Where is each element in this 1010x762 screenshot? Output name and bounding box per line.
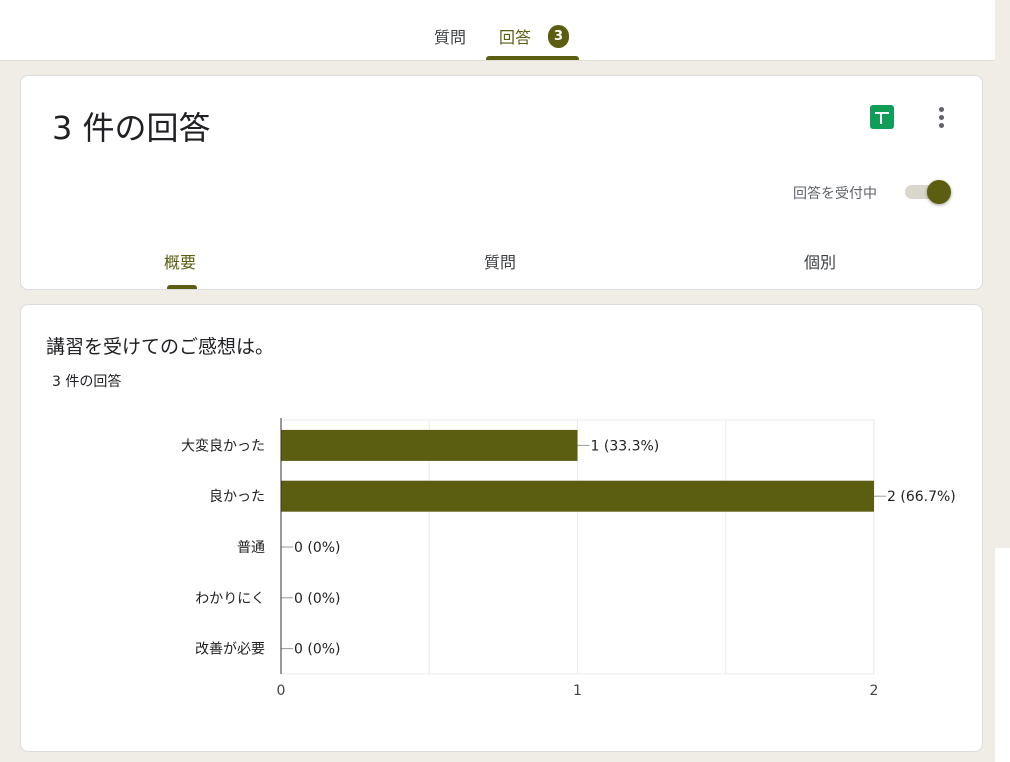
more-dot bbox=[939, 115, 944, 120]
active-subtab-indicator bbox=[167, 285, 197, 289]
data-label: 2 (66.7%) bbox=[887, 489, 956, 505]
data-label: 0 (0%) bbox=[294, 540, 341, 556]
top-bar bbox=[0, 0, 995, 61]
tab-responses[interactable]: 回答 bbox=[499, 24, 531, 48]
google-sheets-icon[interactable] bbox=[870, 105, 894, 129]
more-dot bbox=[939, 107, 944, 112]
toggle-knob bbox=[927, 180, 951, 204]
bar bbox=[281, 429, 578, 461]
accepting-responses-label: 回答を受付中 bbox=[793, 186, 877, 202]
tab-individual[interactable]: 個別 bbox=[804, 249, 836, 273]
x-tick-label: 0 bbox=[277, 683, 286, 699]
category-label: わかりにく bbox=[195, 591, 265, 607]
bar-chart: 大変良かった 1 (33.3%) 良かった 2 (66.7%) 普通 0 (0%) わかりに… bbox=[181, 418, 956, 699]
scroll-gutter bbox=[995, 0, 1010, 548]
question-summary-card: 講習を受けてのご感想は。 3 件の回答 大変良かった 1 (33.3%) 良かった 2… bbox=[20, 304, 983, 752]
category-label: 普通 bbox=[237, 540, 265, 556]
scroll-gutter-lower bbox=[995, 548, 1010, 762]
responses-header-card: 3 件の回答 回答を受付中 概要 質問 個別 bbox=[20, 75, 983, 290]
responses-count-badge: 3 bbox=[548, 25, 569, 48]
data-label: 1 (33.3%) bbox=[591, 438, 660, 454]
x-tick-label: 2 bbox=[870, 683, 879, 699]
more-vert-icon[interactable] bbox=[934, 105, 948, 129]
data-label: 0 (0%) bbox=[294, 642, 341, 658]
category-label: 改善が必要 bbox=[195, 642, 265, 658]
more-dot bbox=[939, 123, 944, 128]
data-label: 0 (0%) bbox=[294, 591, 341, 607]
category-label: 良かった bbox=[209, 489, 265, 505]
bar bbox=[281, 480, 874, 512]
tab-questions[interactable]: 質問 bbox=[434, 24, 466, 48]
active-tab-indicator bbox=[486, 56, 579, 60]
tab-summary[interactable]: 概要 bbox=[164, 249, 196, 273]
category-label: 大変良かった bbox=[181, 437, 265, 454]
x-tick-label: 1 bbox=[573, 683, 582, 699]
accepting-responses-toggle[interactable] bbox=[905, 180, 951, 204]
tab-question[interactable]: 質問 bbox=[484, 249, 516, 273]
page-title: 3 件の回答 bbox=[52, 109, 211, 147]
